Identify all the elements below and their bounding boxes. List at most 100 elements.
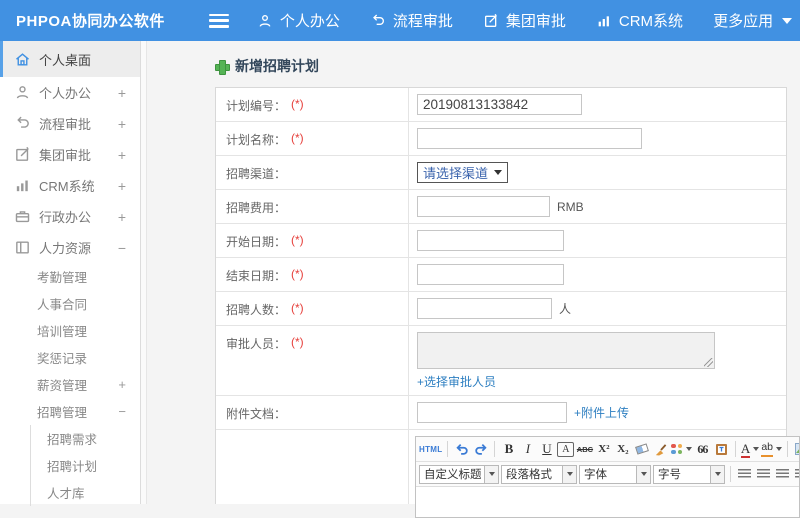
app-logo: PHPOA协同办公软件 [0,10,165,31]
sidebar-item-process-approval[interactable]: 流程审批 + [0,108,140,139]
process-arrow-icon [14,115,31,132]
attachment-input[interactable] [417,402,567,423]
nav-more-apps[interactable]: 更多应用 [713,10,792,31]
sidebar-item-label: 招聘管理 [37,402,87,421]
paste-text-icon[interactable] [713,440,730,459]
end-date-input[interactable] [417,264,564,285]
required-mark: (*) [291,267,304,291]
sidebar-item-label: 个人桌面 [39,50,91,69]
form-row-end-date: 结束日期： (*) [216,258,786,292]
nav-process-approval[interactable]: 流程审批 [370,10,453,31]
paragraph-format-dropdown[interactable]: 段落格式 [501,465,577,484]
font-family-dropdown[interactable]: 字体 [579,465,651,484]
caret-down-icon [776,447,782,451]
insert-image-icon[interactable] [793,440,799,459]
sidebar-item-human-resources[interactable]: 人力资源 − [0,232,140,263]
form-row-attachment: 附件文档： +附件上传 [216,396,786,430]
align-justify-icon[interactable] [793,465,799,484]
sidebar-item-crm-system[interactable]: CRM系统 + [0,170,140,201]
char-border-button[interactable]: A [557,442,574,457]
field-label: 招聘人数： [226,301,286,325]
editor-content-area[interactable] [416,487,799,517]
form-row-channel: 招聘渠道： 请选择渠道 [216,156,786,190]
start-date-input[interactable] [417,230,564,251]
menu-icon[interactable] [209,14,229,28]
editor-label-cell [216,430,409,504]
redo-icon[interactable] [472,440,489,459]
unit-suffix: 人 [559,300,571,317]
required-mark: (*) [291,97,304,121]
approver-textarea[interactable] [417,332,715,369]
select-approver-link[interactable]: +选择审批人员 [417,373,496,390]
sidebar-item-recruit-demand[interactable]: 招聘需求 [31,425,140,452]
nav-group-approval[interactable]: 集团审批 [483,10,566,31]
sidebar-item-label: 人才库 [47,483,85,502]
channel-select[interactable]: 请选择渠道 [417,162,508,183]
sidebar-item-group-approval[interactable]: 集团审批 + [0,139,140,170]
superscript-button[interactable]: X² [595,440,612,459]
field-label: 计划编号： [226,97,286,121]
sidebar-item-rewards[interactable]: 奖惩记录 [0,344,140,371]
nav-crm-system[interactable]: CRM系统 [596,10,683,31]
italic-button[interactable]: I [519,440,536,459]
strikethrough-button[interactable]: ABC [576,440,593,459]
nav-label: CRM系统 [619,10,683,31]
plan-name-input[interactable] [417,128,642,149]
sidebar-item-training[interactable]: 培训管理 [0,317,140,344]
collapse-minus-icon: − [118,240,126,256]
form-row-cost: 招聘费用： RMB [216,190,786,224]
sidebar-item-label: 个人办公 [39,83,91,102]
sidebar-item-label: 考勤管理 [37,267,87,286]
blockquote-button[interactable]: 66 [694,440,711,459]
cost-input[interactable] [417,196,550,217]
subscript-button[interactable]: X₂ [614,440,631,459]
sidebar-item-label: 招聘计划 [47,456,97,475]
sidebar-item-talent-pool[interactable]: 人才库 [31,479,140,506]
nav-personal-office[interactable]: 个人办公 [257,10,340,31]
caret-down-icon [715,472,721,476]
sidebar-item-attendance[interactable]: 考勤管理 [0,263,140,290]
sidebar-item-label: 人事合同 [37,294,87,313]
sidebar-item-recruit-plan[interactable]: 招聘计划 [31,452,140,479]
sidebar-item-hr-contract[interactable]: 人事合同 [0,290,140,317]
font-size-dropdown[interactable]: 字号 [653,465,725,484]
expand-plus-icon: + [118,377,126,392]
editor-toolbar-row2: 自定义标题 段落格式 字体 字号 [416,462,799,487]
attachment-upload-link[interactable]: +附件上传 [574,404,629,421]
person-icon [257,13,273,29]
page-title: 新增招聘计划 [215,56,800,76]
underline-button[interactable]: U [538,440,555,459]
headcount-input[interactable] [417,298,552,319]
eraser-icon[interactable] [633,440,650,459]
sidebar-item-salary[interactable]: 薪资管理 + [0,371,140,398]
sidebar-item-label: 薪资管理 [37,375,87,394]
sidebar-item-admin-office[interactable]: 行政办公 + [0,201,140,232]
html-source-button[interactable]: HTML [419,440,442,459]
nav-label: 集团审批 [506,10,566,31]
rich-text-editor: HTML B I U A ABC X² [415,436,800,518]
form-row-plan-number: 计划编号： (*) [216,88,786,122]
sidebar-item-personal-desktop[interactable]: 个人桌面 [0,41,140,77]
custom-heading-dropdown[interactable]: 自定义标题 [419,465,499,484]
undo-icon[interactable] [453,440,470,459]
bar-chart-icon [14,177,31,194]
align-left-icon[interactable] [736,465,753,484]
form-row-start-date: 开始日期： (*) [216,224,786,258]
align-right-icon[interactable] [774,465,791,484]
sidebar-item-recruitment[interactable]: 招聘管理 − [0,398,140,425]
plan-number-input[interactable] [417,94,582,115]
main-content: 新增招聘计划 计划编号： (*) 计划名称： (*) 招聘渠道： [148,41,800,504]
color-palette-icon[interactable] [671,440,692,459]
edit-square-icon [14,146,31,163]
sidebar-item-personal-office[interactable]: 个人办公 + [0,77,140,108]
caret-down-icon [567,472,573,476]
highlight-button[interactable]: ab [761,440,782,459]
format-brush-icon[interactable] [652,440,669,459]
expand-plus-icon: + [118,85,126,101]
add-plus-icon [215,60,228,73]
caret-down-icon [489,472,495,476]
align-center-icon[interactable] [755,465,772,484]
font-color-button[interactable]: A [741,440,759,459]
sidebar-item-label: 流程审批 [39,114,91,133]
bold-button[interactable]: B [500,440,517,459]
